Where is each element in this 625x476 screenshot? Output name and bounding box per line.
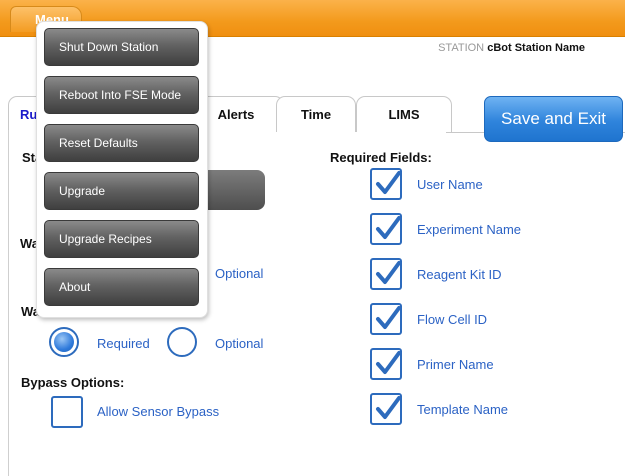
required-field-checkbox[interactable] <box>370 213 402 245</box>
wash-before-optional-label: Optional <box>215 266 264 281</box>
save-and-exit-button[interactable]: Save and Exit <box>484 96 623 142</box>
station-info: STATION cBot Station Name <box>438 42 585 54</box>
required-field-checkbox[interactable] <box>370 393 402 425</box>
wash-after-required-label: Required <box>97 336 150 351</box>
required-fields-title: Required Fields: <box>330 150 432 165</box>
wash-after-optional-radio[interactable] <box>167 327 197 357</box>
checkmark-icon <box>376 306 401 329</box>
required-field-label: Flow Cell ID <box>417 312 488 327</box>
required-field-label: Template Name <box>417 402 509 417</box>
checkmark-icon <box>376 396 401 419</box>
wash-after-optional-label: Optional <box>215 336 264 351</box>
required-field-label: Experiment Name <box>417 222 522 237</box>
checkmark-icon <box>376 261 401 284</box>
required-field-checkbox[interactable] <box>370 168 402 200</box>
station-prefix: STATION <box>438 42 485 54</box>
menu-item-upgrade-recipes[interactable]: Upgrade Recipes <box>44 220 199 258</box>
bypass-options-label: Bypass Options: <box>21 375 125 390</box>
checkmark-icon <box>376 216 401 239</box>
menu-item-reset-defaults[interactable]: Reset Defaults <box>44 124 199 162</box>
tab-lims-label: LIMS <box>388 107 420 122</box>
required-field-checkbox[interactable] <box>370 258 402 290</box>
required-field-checkbox[interactable] <box>370 348 402 380</box>
required-field-label: User Name <box>417 177 483 192</box>
sensor-bypass-label: Allow Sensor Bypass <box>97 404 220 419</box>
menu-item-reboot-fse[interactable]: Reboot Into FSE Mode <box>44 76 199 114</box>
checkmark-icon <box>376 351 401 374</box>
content-border <box>8 130 9 476</box>
station-name: cBot Station Name <box>487 42 585 54</box>
required-field-label: Reagent Kit ID <box>417 267 502 282</box>
menu-item-upgrade[interactable]: Upgrade <box>44 172 199 210</box>
menu-item-about[interactable]: About <box>44 268 199 306</box>
wash-after-required-radio[interactable] <box>49 327 79 357</box>
checkmark-icon <box>376 171 401 194</box>
tab-alerts-label: Alerts <box>217 107 255 122</box>
tab-time-label: Time <box>300 107 332 122</box>
required-field-checkbox[interactable] <box>370 303 402 335</box>
tab-lims[interactable]: LIMS <box>356 96 452 132</box>
menu-item-shut-down[interactable]: Shut Down Station <box>44 28 199 66</box>
required-field-label: Primer Name <box>417 357 494 372</box>
tab-time[interactable]: Time <box>276 96 356 132</box>
sensor-bypass-checkbox[interactable] <box>51 396 83 428</box>
menu-dropdown: Shut Down Station Reboot Into FSE Mode R… <box>36 21 208 318</box>
